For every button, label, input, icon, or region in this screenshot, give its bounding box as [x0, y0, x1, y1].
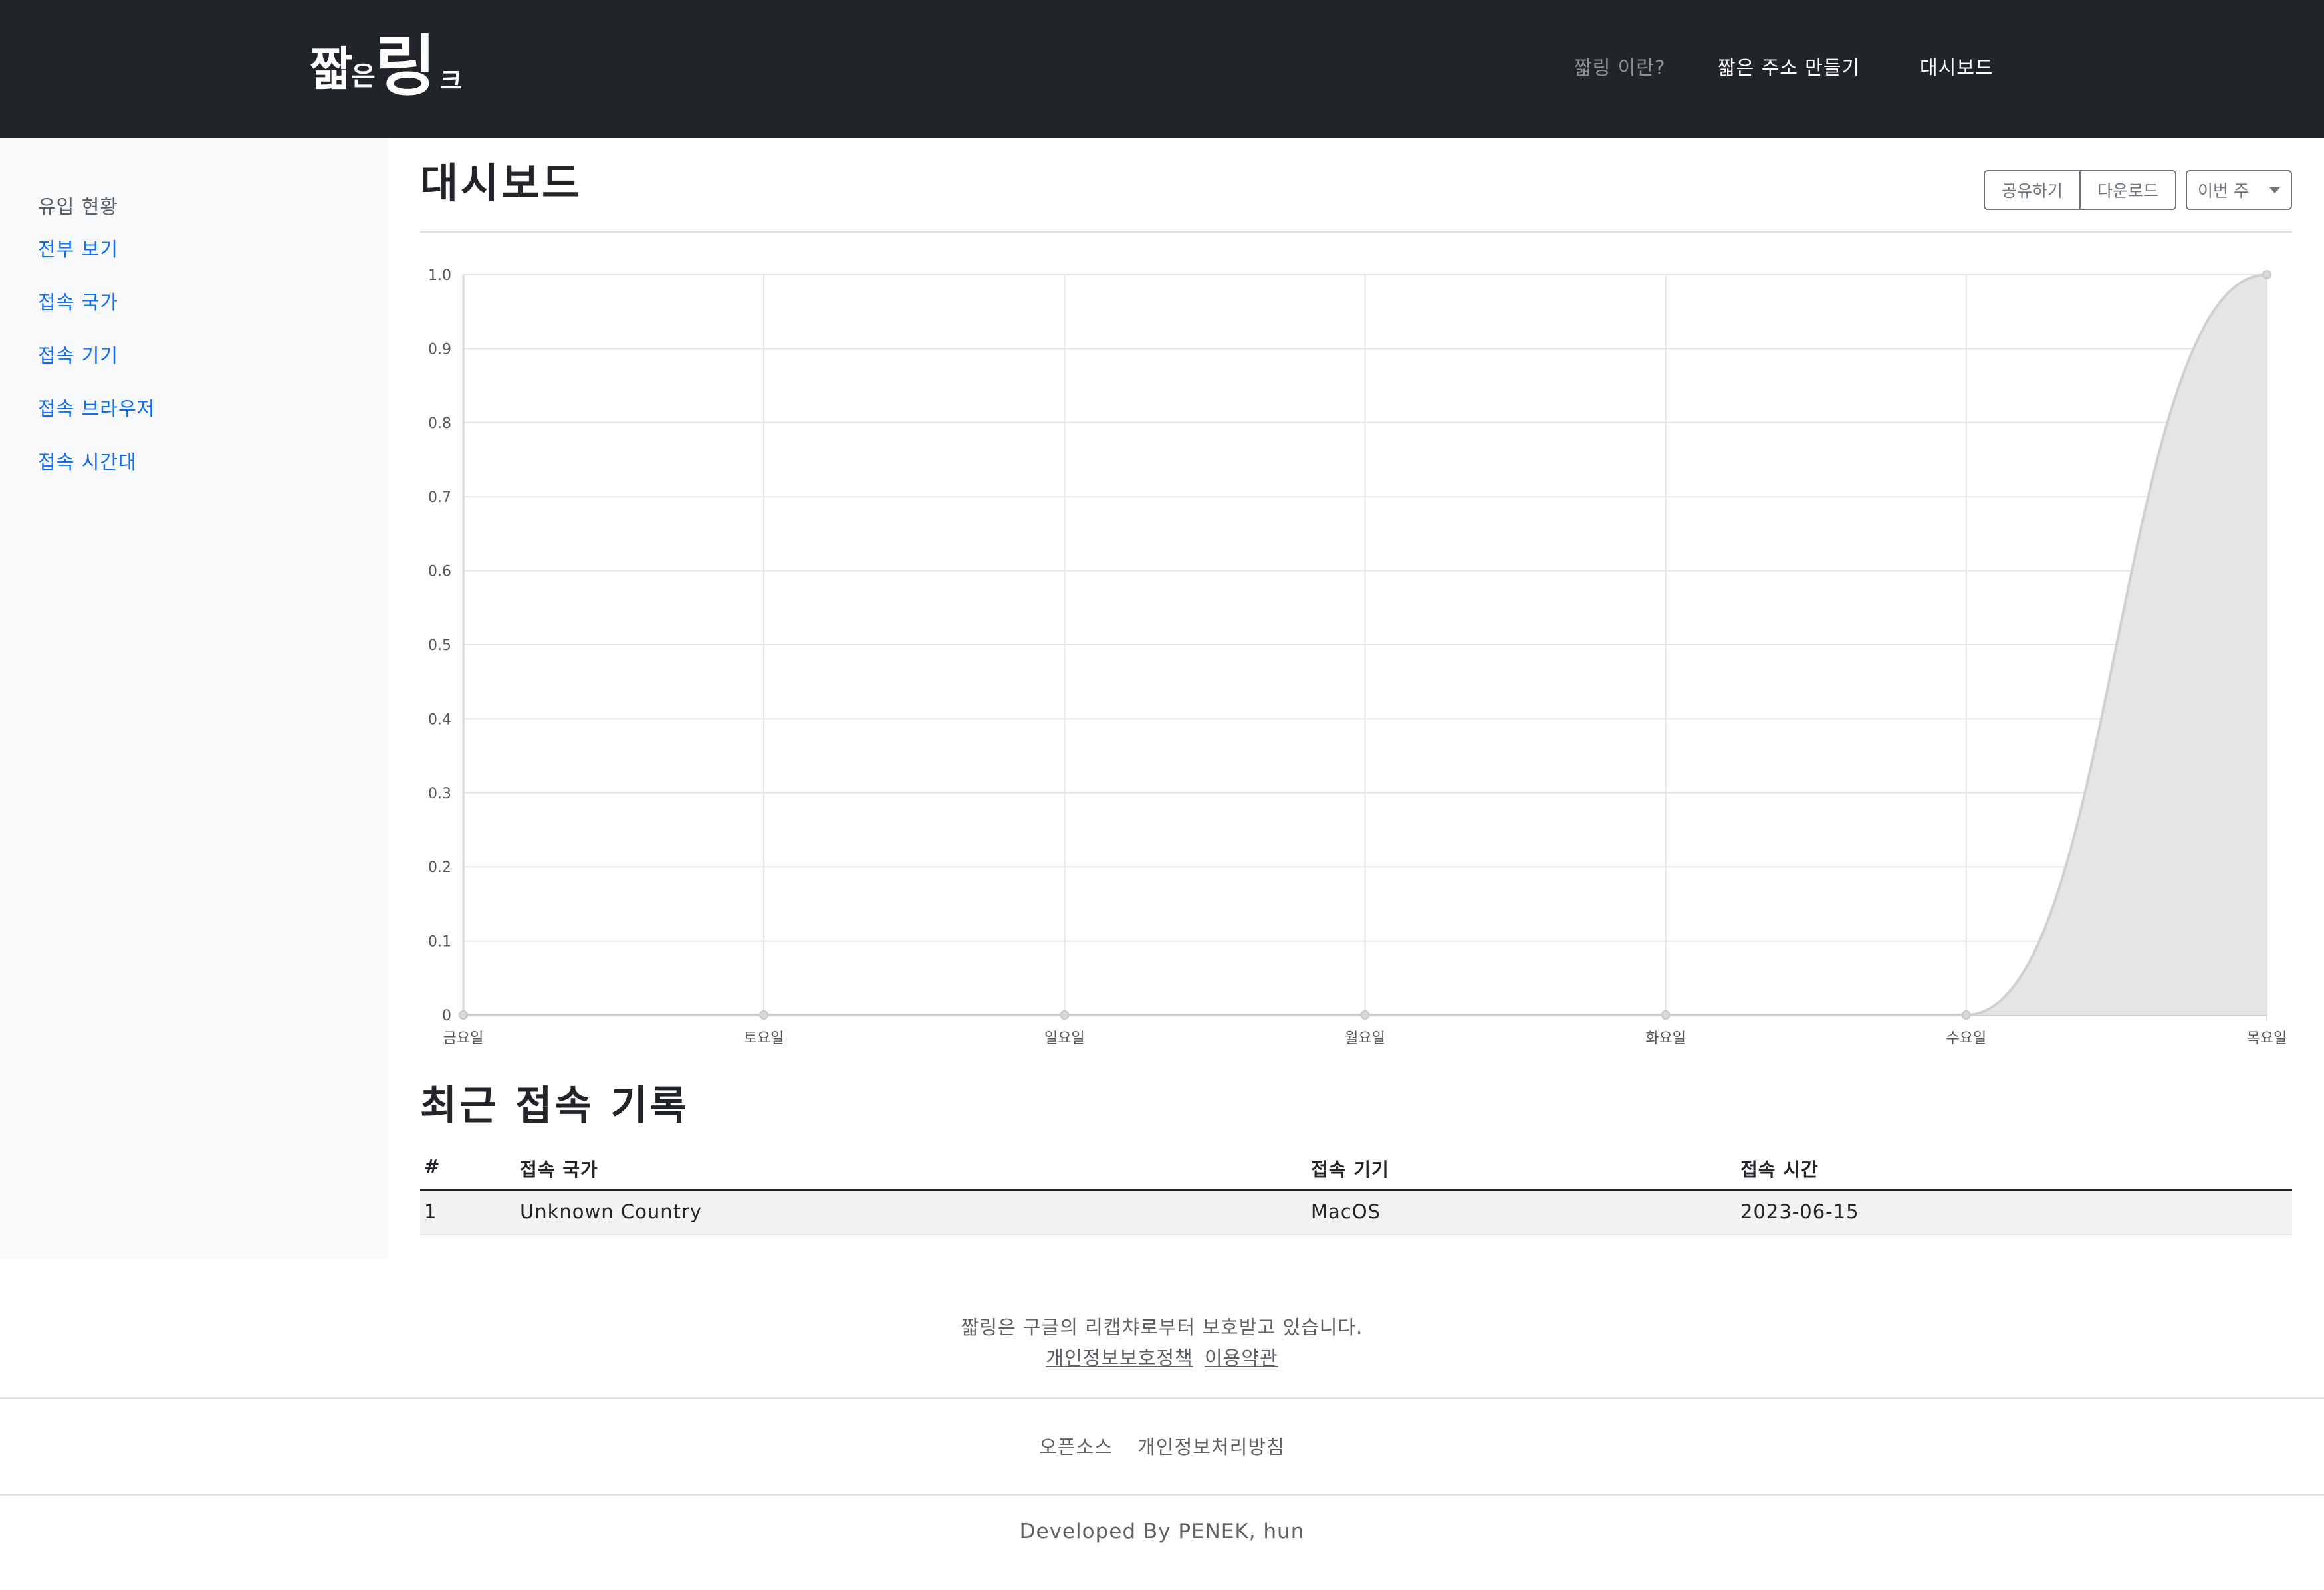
data-point [2262, 270, 2271, 279]
column-header-device: 접속 기기 [1311, 1159, 1389, 1181]
privacy-processing-link[interactable]: 개인정보처리방침 [1137, 1436, 1284, 1458]
sidebar-item-all[interactable]: 전부 보기 [38, 234, 118, 262]
title-divider [420, 231, 2292, 233]
y-tick-label: 0.9 [428, 341, 451, 358]
data-point [1360, 1010, 1370, 1020]
footer-divider-bottom [0, 1494, 2324, 1496]
svg-text:짧: 짧 [310, 42, 352, 96]
y-tick-label: 0.4 [428, 711, 451, 728]
open-source-link[interactable]: 오픈소스 [1039, 1436, 1113, 1458]
terms-link[interactable]: 이용약관 [1205, 1347, 1278, 1369]
y-tick-label: 0.7 [428, 489, 451, 506]
cell-country: Unknown Country [520, 1200, 703, 1223]
sidebar-item-device[interactable]: 접속 기기 [38, 340, 118, 368]
sidebar-item-browser[interactable]: 접속 브라우저 [38, 394, 155, 421]
y-tick-label: 0.3 [428, 786, 451, 802]
developed-by: Developed By PENEK, hun [1019, 1520, 1305, 1543]
footer-nav: 오픈소스 개인정보처리방침 [0, 1432, 2324, 1460]
page-title: 대시보드 [420, 159, 583, 207]
x-tick-label: 일요일 [1044, 1030, 1085, 1047]
cell-index: 1 [424, 1200, 437, 1223]
y-tick-label: 0.5 [428, 637, 451, 654]
x-tick-label: 화요일 [1645, 1030, 1686, 1047]
y-tick-label: 0.8 [428, 415, 451, 432]
y-tick-label: 1.0 [428, 267, 451, 284]
svg-text:은: 은 [351, 61, 376, 92]
sidebar: 유입 현황 전부 보기 접속 국가 접속 기기 접속 브라우저 접속 시간대 [0, 138, 388, 1259]
sidebar-item-country[interactable]: 접속 국가 [38, 287, 118, 315]
visits-chart: 0 0.1 0.2 0.3 0.4 0.5 0.6 0.7 0.8 0.9 1.0 금요일 토요일 일요일… [420, 253, 2301, 1057]
nav-dashboard-link[interactable]: 대시보드 [1920, 55, 1994, 81]
period-dropdown-label: 이번 주 [2198, 181, 2249, 201]
data-point [1661, 1010, 1671, 1020]
recaptcha-note: 짧링은 구글의 리캡챠로부터 보호받고 있습니다. [961, 1316, 1363, 1339]
caret-down-icon [2269, 187, 2280, 193]
period-dropdown[interactable]: 이번 주 [2186, 170, 2292, 210]
recent-visits-title: 최근 접속 기록 [420, 1083, 689, 1129]
visits-chart-svg: 0 0.1 0.2 0.3 0.4 0.5 0.6 0.7 0.8 0.9 1.0 금요일 토요일 일요일… [428, 267, 2287, 1047]
cell-time: 2023-06-15 [1740, 1200, 1859, 1223]
y-tick-label: 0 [442, 1008, 451, 1024]
data-point [1961, 1010, 1971, 1020]
x-tick-label: 수요일 [1946, 1030, 1986, 1047]
y-tick-label: 0.1 [428, 934, 451, 951]
svg-text:링: 링 [375, 27, 436, 100]
download-button[interactable]: 다운로드 [2081, 170, 2176, 210]
column-header-time: 접속 시간 [1740, 1159, 1819, 1181]
y-tick-label: 0.2 [428, 859, 451, 876]
sidebar-heading: 유입 현황 [38, 195, 118, 218]
x-tick-label: 금요일 [443, 1030, 484, 1047]
share-button[interactable]: 공유하기 [1984, 170, 2081, 210]
x-tick-label: 목요일 [2247, 1030, 2287, 1047]
table-header: # 접속 국가 접속 기기 접속 시간 [420, 1149, 2292, 1191]
x-tick-label: 월요일 [1345, 1030, 1385, 1047]
sidebar-item-time[interactable]: 접속 시간대 [38, 447, 137, 475]
footer-divider [0, 1397, 2324, 1399]
x-tick-label: 토요일 [744, 1030, 784, 1047]
data-point [459, 1010, 468, 1020]
data-point [1060, 1010, 1070, 1020]
nav-about-link[interactable]: 짧링 이란? [1574, 55, 1665, 81]
site-logo[interactable]: 짧 은 링 크 [310, 20, 463, 100]
share-download-group: 공유하기 다운로드 [1984, 170, 2176, 210]
table-row: 1 Unknown Country MacOS 2023-06-15 [420, 1191, 2292, 1235]
policy-links: 개인정보보호정책 이용약관 [0, 1343, 2324, 1371]
nav-create-short-url-link[interactable]: 짧은 주소 만들기 [1718, 55, 1860, 81]
cell-device: MacOS [1311, 1200, 1381, 1223]
data-point [759, 1010, 769, 1020]
svg-text:크: 크 [440, 68, 462, 95]
column-header-country: 접속 국가 [520, 1159, 598, 1181]
column-header-index: # [424, 1155, 441, 1177]
top-navbar: 짧 은 링 크 짧링 이란? 짧은 주소 만들기 대시보드 [0, 0, 2324, 138]
y-tick-label: 0.6 [428, 564, 451, 580]
privacy-policy-link[interactable]: 개인정보보호정책 [1046, 1347, 1193, 1369]
recent-visits-table: # 접속 국가 접속 기기 접속 시간 1 Unknown Country Ma… [420, 1149, 2292, 1235]
